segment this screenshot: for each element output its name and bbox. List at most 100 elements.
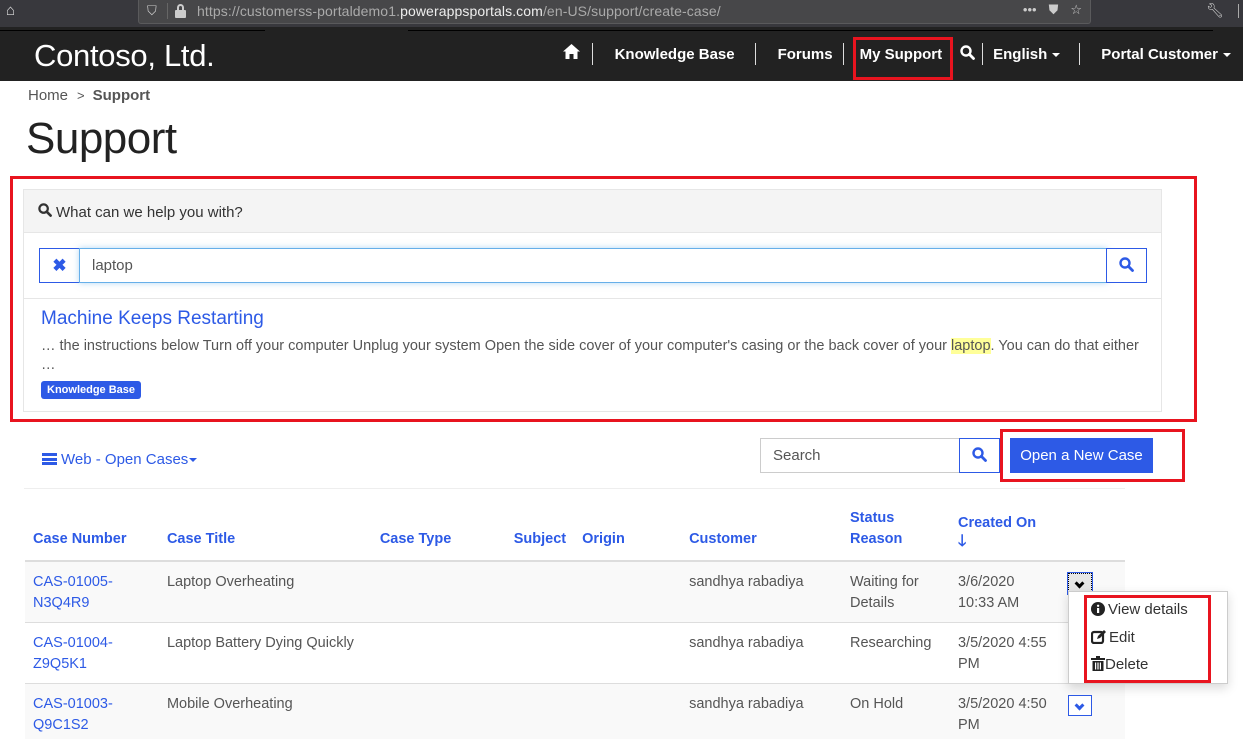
case-origin [574, 683, 682, 739]
cases-search-button[interactable] [959, 438, 1000, 473]
case-type [371, 683, 506, 739]
toolbar-divider [24, 488, 1125, 489]
column-header-case-title[interactable]: Case Title [158, 500, 372, 562]
row-actions-menu: View details Edit Delete [1068, 591, 1228, 684]
url-text[interactable]: https://customerss-portaldemo1.powerapps… [197, 3, 721, 19]
tracking-shield-icon[interactable]: ⛉ [147, 3, 157, 19]
wrench-icon[interactable]: 🔧︎ [1206, 2, 1224, 19]
clear-search-button[interactable]: ✖ [39, 248, 80, 283]
caret-down-icon [1223, 52, 1231, 57]
knowledge-search-panel: What can we help you with? ✖ Machine Kee… [23, 189, 1162, 412]
case-title: Mobile Overheating [158, 683, 372, 739]
breadcrumb-current: Support [92, 87, 151, 104]
column-header-status-reason[interactable]: Status Reason [842, 500, 950, 562]
menu-item-delete[interactable]: Delete [1091, 656, 1148, 675]
view-selector-dropdown[interactable]: Web - Open Cases [42, 451, 198, 468]
address-bar-divider [167, 3, 168, 19]
nav-language-dropdown[interactable]: English [983, 46, 1079, 63]
table-row: CAS-01003-Q9C1S2 Mobile Overheating sand… [25, 683, 1125, 739]
brand-logo[interactable]: Contoso, Ltd. [34, 38, 215, 74]
table-row: CAS-01005-N3Q4R9 Laptop Overheating sand… [25, 560, 1125, 623]
case-created-on: 3/6/2020 10:33 AM [949, 560, 1060, 623]
bookmark-star-icon[interactable]: ☆ [1070, 2, 1082, 18]
list-icon [42, 453, 57, 465]
open-new-case-button[interactable]: Open a New Case [1010, 438, 1153, 473]
toolbar-divider [1238, 4, 1239, 18]
info-circle-icon [1091, 602, 1105, 620]
row-actions-button[interactable] [1067, 695, 1092, 716]
table-header-row: Case Number Case Title Case Type Subject… [25, 500, 1125, 562]
edit-icon [1090, 630, 1106, 648]
case-customer: sandhya rabadiya [681, 560, 842, 623]
column-header-case-number[interactable]: Case Number [25, 500, 159, 562]
column-header-created-on[interactable]: Created On 🡓 [949, 500, 1060, 562]
table-row: CAS-01004-Z9Q5K1 Laptop Battery Dying Qu… [25, 622, 1125, 684]
search-icon [38, 203, 52, 221]
column-header-customer[interactable]: Customer [681, 500, 842, 562]
case-subject [505, 622, 575, 684]
case-status: Researching [842, 622, 950, 684]
column-header-subject[interactable]: Subject [505, 500, 575, 562]
cases-table: Case Number Case Title Case Type Subject… [25, 500, 1125, 739]
browser-toolbar: ⌂ ⛉ https://customerss-portaldemo1.power… [0, 0, 1243, 27]
page-title: Support [26, 114, 177, 163]
nav-forums[interactable]: Forums [756, 46, 843, 63]
browser-home-icon[interactable]: ⌂ [6, 3, 22, 19]
case-title: Laptop Overheating [158, 560, 372, 623]
home-icon[interactable] [553, 44, 592, 64]
case-type [371, 622, 506, 684]
chevron-down-icon [1075, 578, 1085, 589]
case-created-on: 3/5/2020 4:55 PM [949, 622, 1060, 684]
case-title: Laptop Battery Dying Quickly [158, 622, 372, 684]
search-icon [1119, 256, 1134, 272]
case-number-link[interactable]: CAS-01003-Q9C1S2 [33, 696, 113, 733]
cases-search-input[interactable] [760, 438, 960, 473]
case-origin [574, 560, 682, 623]
breadcrumb: Home > Support [28, 87, 150, 104]
nav-knowledge-base[interactable]: Knowledge Base [593, 46, 755, 63]
case-subject [505, 683, 575, 739]
caret-down-icon [189, 458, 198, 463]
breadcrumb-home[interactable]: Home [28, 87, 68, 104]
search-panel-title: What can we help you with? [56, 204, 243, 221]
knowledge-base-badge: Knowledge Base [41, 381, 142, 399]
navbar-topline [0, 30, 265, 31]
case-number-link[interactable]: CAS-01005-N3Q4R9 [33, 574, 113, 611]
nav-search-icon[interactable] [953, 44, 982, 64]
knowledge-search-input[interactable] [79, 248, 1107, 283]
breadcrumb-separator: > [77, 88, 85, 103]
search-result-title[interactable]: Machine Keeps Restarting [41, 308, 264, 330]
search-panel-heading: What can we help you with? [24, 190, 1161, 233]
case-status: Waiting for Details [842, 560, 950, 623]
address-bar[interactable]: ⛉ https://customerss-portaldemo1.powerap… [138, 0, 1091, 24]
page-actions-icon[interactable]: ••• [1023, 2, 1037, 18]
search-result: Machine Keeps Restarting … the instructi… [41, 308, 1151, 399]
search-icon [972, 446, 987, 462]
column-header-case-type[interactable]: Case Type [371, 500, 506, 562]
nav-my-support[interactable]: My Support [844, 46, 953, 63]
case-number-link[interactable]: CAS-01004-Z9Q5K1 [33, 635, 113, 672]
sort-descending-icon: 🡓 [957, 533, 967, 550]
nav-menu: Knowledge Base Forums My Support English… [553, 27, 1231, 81]
caret-down-icon [1052, 52, 1061, 57]
nav-profile-dropdown[interactable]: Portal Customer [1080, 46, 1231, 63]
case-customer: sandhya rabadiya [681, 683, 842, 739]
case-status: On Hold [842, 683, 950, 739]
case-origin [574, 622, 682, 684]
case-created-on: 3/5/2020 4:50 PM [949, 683, 1060, 739]
search-row: ✖ [39, 248, 1147, 283]
case-subject [505, 560, 575, 623]
knowledge-search-button[interactable] [1106, 248, 1147, 283]
pocket-icon[interactable]: ⛊ [1049, 2, 1059, 18]
trash-icon [1091, 656, 1105, 675]
search-term-highlight: laptop [951, 338, 991, 354]
column-header-actions [1059, 500, 1125, 562]
search-result-excerpt: … the instructions below Turn off your c… [41, 338, 1139, 373]
column-header-origin[interactable]: Origin [574, 500, 682, 562]
chevron-down-icon [1075, 700, 1085, 711]
panel-divider [24, 298, 1161, 299]
case-type [371, 560, 506, 623]
menu-item-edit[interactable]: Edit [1090, 629, 1135, 648]
lock-icon[interactable] [175, 4, 186, 18]
menu-item-view-details[interactable]: View details [1091, 601, 1188, 620]
